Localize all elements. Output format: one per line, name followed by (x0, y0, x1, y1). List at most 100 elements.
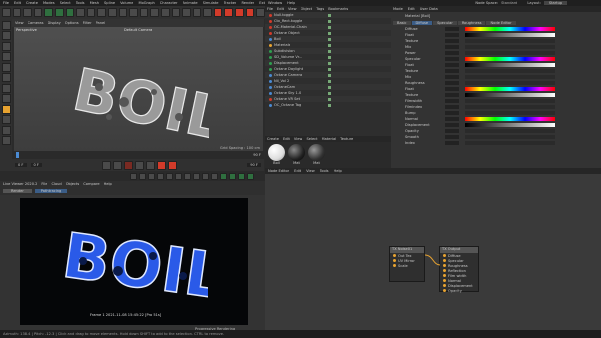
bottom-tool-icon[interactable] (139, 172, 146, 180)
mm-menu-select[interactable]: Select (306, 137, 317, 141)
bottom-tool-icon[interactable] (247, 172, 254, 180)
material-swatch-boil[interactable]: Boil (268, 144, 285, 165)
left-tool-icon[interactable] (1, 104, 11, 114)
material-swatch-3[interactable]: Mat (308, 144, 325, 165)
mm-menu-edit[interactable]: Edit (283, 137, 290, 141)
viewport-menu-filter[interactable]: Filter (83, 21, 92, 25)
mm-menu-texture[interactable]: Texture (340, 137, 353, 141)
bottom-tool-icon[interactable] (166, 172, 173, 180)
toolbar-tool-icon[interactable] (256, 8, 265, 17)
menu-mesh[interactable]: Mesh (90, 1, 99, 5)
om-menu-edit[interactable]: Edit (277, 7, 284, 11)
layout-value[interactable]: Startup (543, 1, 568, 5)
attribute-value-field[interactable] (445, 111, 459, 115)
attribute-value-field[interactable] (445, 63, 459, 67)
attribute-slider[interactable] (465, 141, 555, 145)
attribute-value-field[interactable] (445, 135, 459, 139)
left-tool-icon[interactable] (1, 94, 11, 103)
om-menu-view[interactable]: View (288, 7, 297, 11)
om-menu-tags[interactable]: Tags (316, 7, 324, 11)
timeline[interactable]: 90 F (12, 151, 264, 159)
toolbar-tool-icon[interactable] (182, 8, 191, 17)
visibility-check-icon[interactable] (328, 73, 331, 77)
color-hue-slider[interactable] (465, 87, 555, 91)
ne-menu-tools[interactable]: Tools (320, 169, 329, 173)
brightness-slider[interactable] (465, 63, 555, 67)
ne-menu-help[interactable]: Help (334, 169, 342, 173)
menu-edit[interactable]: Edit (14, 1, 21, 5)
color-hue-slider[interactable] (465, 27, 555, 31)
toolbar-tool-icon[interactable] (12, 8, 22, 17)
menu-character[interactable]: Character (160, 1, 178, 5)
attribute-slider[interactable] (465, 51, 555, 55)
om-menu-file[interactable]: File (267, 7, 273, 11)
visibility-check-icon[interactable] (328, 97, 331, 101)
visibility-check-icon[interactable] (328, 43, 331, 47)
node-noise[interactable]: TX Noise01 Out Tex UV Mirror Scale (389, 246, 425, 282)
bottom-tool-icon[interactable] (175, 172, 182, 180)
toolbar-tool-icon[interactable] (129, 8, 138, 17)
brightness-slider[interactable] (465, 33, 555, 37)
ne-menu-view[interactable]: View (306, 169, 315, 173)
mm-menu-view[interactable]: View (294, 137, 303, 141)
tab-basic[interactable]: Basic (393, 21, 411, 25)
attribute-slider[interactable] (465, 39, 555, 43)
node-space-value[interactable]: Standard (501, 1, 517, 5)
bottom-tool-icon[interactable] (229, 172, 236, 180)
attribute-value-field[interactable] (445, 51, 459, 55)
tab-roughness[interactable]: Roughness (457, 21, 486, 25)
bottom-tool-icon[interactable] (220, 172, 227, 180)
attribute-value-field[interactable] (445, 81, 459, 85)
menu-file[interactable]: File (3, 1, 9, 5)
attribute-slider[interactable] (465, 129, 555, 133)
node-port[interactable]: Opacity (440, 288, 478, 293)
lv-menu-cloud[interactable]: Cloud (51, 182, 61, 186)
node-port[interactable]: Scale (390, 263, 424, 268)
visibility-check-icon[interactable] (328, 61, 331, 65)
toolbar-tool-icon[interactable] (107, 8, 117, 17)
menu-window[interactable]: Window (268, 1, 282, 5)
menu-tracker[interactable]: Tracker (224, 1, 237, 5)
viewport-menu-display[interactable]: Display (48, 21, 61, 25)
om-menu-bookmarks[interactable]: Bookmarks (328, 7, 348, 11)
bottom-tool-icon[interactable] (157, 172, 164, 180)
viewport-3d[interactable]: Perspective Default Camera BOIL Grid Spa… (14, 27, 263, 151)
toolbar-tool-icon[interactable] (86, 8, 96, 17)
object-row[interactable]: OC_Octane Tag (265, 102, 391, 108)
prev-frame-icon[interactable] (113, 160, 122, 170)
visibility-check-icon[interactable] (328, 79, 331, 83)
current-frame-field[interactable]: 0 F (30, 163, 42, 167)
visibility-check-icon[interactable] (328, 67, 331, 71)
toolbar-tool-icon[interactable] (213, 8, 223, 17)
left-tool-icon[interactable] (1, 115, 11, 124)
left-tool-icon[interactable] (1, 20, 11, 30)
menu-tools[interactable]: Tools (76, 1, 85, 5)
toolbar-tool-icon[interactable] (65, 8, 75, 17)
bottom-tool-icon[interactable] (238, 172, 245, 180)
left-tool-icon[interactable] (1, 136, 11, 145)
next-frame-icon[interactable] (135, 160, 144, 170)
menu-select[interactable]: Select (60, 1, 71, 5)
attribute-value-field[interactable] (445, 105, 459, 109)
menu-modes[interactable]: Modes (43, 1, 55, 5)
bottom-tool-icon[interactable] (184, 172, 191, 180)
attribute-value-field[interactable] (445, 45, 459, 49)
toolbar-tool-icon[interactable] (44, 8, 53, 17)
attribute-value-field[interactable] (445, 141, 459, 145)
end-frame-field[interactable]: 90 F (247, 163, 261, 167)
attribute-value-field[interactable] (445, 75, 459, 79)
visibility-check-icon[interactable] (328, 49, 331, 53)
toolbar-tool-icon[interactable] (54, 8, 64, 17)
attribute-value-field[interactable] (445, 123, 459, 127)
visibility-check-icon[interactable] (328, 31, 331, 35)
toolbar-tool-icon[interactable] (171, 8, 181, 17)
menu-volume[interactable]: Volume (120, 1, 133, 5)
visibility-check-icon[interactable] (328, 55, 331, 59)
toolbar-tool-icon[interactable] (224, 8, 234, 17)
bottom-tool-icon[interactable] (211, 172, 218, 180)
toolbar-tool-icon[interactable] (97, 8, 106, 17)
menu-help[interactable]: Help (287, 1, 295, 5)
toolbar-tool-icon[interactable] (139, 8, 149, 17)
attribute-value-field[interactable] (445, 57, 459, 61)
tab-specular[interactable]: Specular (433, 21, 457, 25)
